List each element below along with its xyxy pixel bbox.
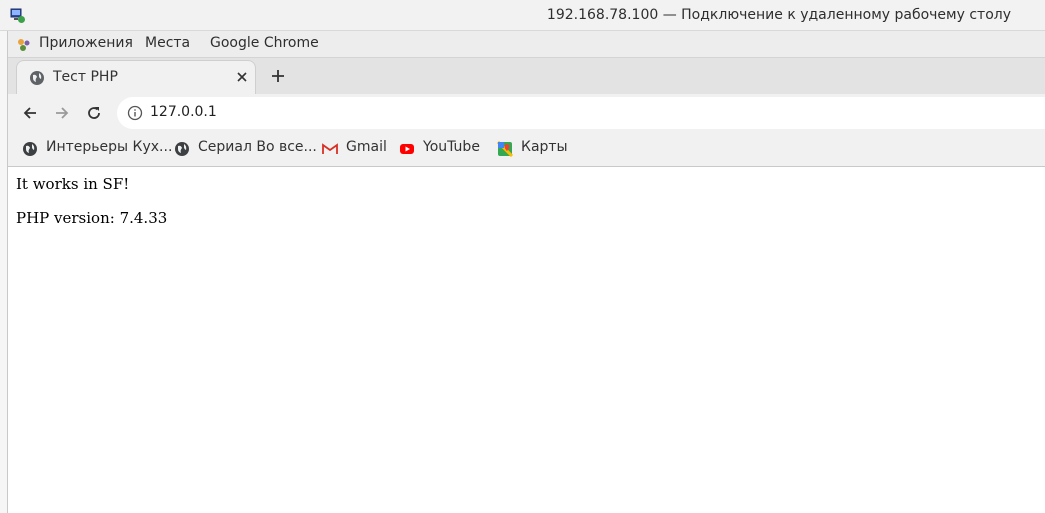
page-content: It works in SF! PHP version: 7.4.33 (8, 167, 1045, 513)
globe-icon (23, 142, 37, 156)
address-bar[interactable]: 127.0.0.1 (117, 97, 1045, 129)
new-tab-icon[interactable] (268, 66, 288, 86)
forward-arrow-icon[interactable] (52, 103, 72, 123)
window-title: 192.168.78.100 — Подключение к удаленном… (546, 7, 1011, 23)
close-icon[interactable] (234, 69, 250, 85)
bookmark-label: Сериал Во все... (198, 139, 317, 155)
bookmark-item[interactable]: Карты (497, 139, 568, 159)
remote-desktop-icon (10, 8, 25, 23)
menu-applications[interactable]: Приложения (39, 35, 133, 51)
bookmark-item[interactable]: Gmail (322, 139, 392, 159)
globe-icon (175, 142, 189, 156)
bookmark-label: Интерьеры Кух... (46, 139, 173, 155)
menu-google-chrome[interactable]: Google Chrome (210, 35, 319, 51)
back-arrow-icon[interactable] (20, 103, 40, 123)
bookmark-item[interactable]: Сериал Во все... (174, 139, 317, 159)
bookmark-item[interactable]: Интерьеры Кух... (22, 139, 172, 159)
tab-strip: Тест PHP (8, 58, 1045, 94)
rdp-title-bar[interactable]: 192.168.78.100 — Подключение к удаленном… (0, 0, 1045, 31)
gmail-icon (322, 143, 338, 154)
bookmark-item[interactable]: YouTube (399, 139, 489, 159)
page-text-line: It works in SF! (16, 175, 130, 193)
bookmark-label: Карты (521, 139, 568, 155)
bookmarks-bar: Интерьеры Кух... Сериал Во все... Gmail … (8, 132, 1045, 167)
remote-frame-border (0, 31, 8, 513)
maps-icon (497, 141, 513, 157)
youtube-icon (400, 144, 414, 154)
browser-toolbar: 127.0.0.1 (8, 94, 1045, 132)
gnome-top-menu: Приложения Места Google Chrome (8, 31, 1045, 58)
url-text[interactable]: 127.0.0.1 (150, 104, 217, 120)
tab-title: Тест PHP (53, 69, 118, 85)
apps-icon (18, 39, 30, 51)
reload-icon[interactable] (84, 103, 104, 123)
info-icon[interactable] (127, 105, 143, 121)
php-version-text: PHP version: 7.4.33 (16, 209, 168, 227)
menu-places[interactable]: Места (145, 35, 190, 51)
bookmark-label: YouTube (423, 139, 480, 155)
bookmark-label: Gmail (346, 139, 387, 155)
tab-active[interactable]: Тест PHP (16, 60, 256, 94)
globe-icon (30, 71, 44, 85)
